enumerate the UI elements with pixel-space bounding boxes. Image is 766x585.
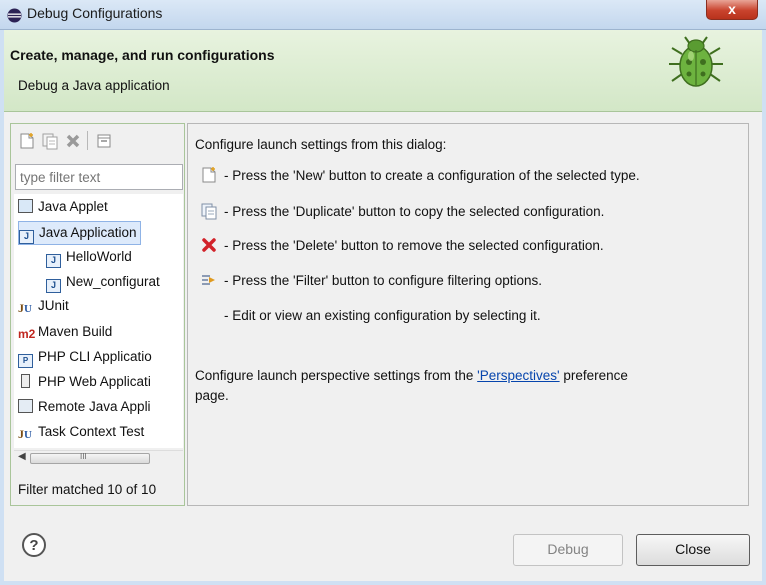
new-hint: - Press the 'New' button to create a con… xyxy=(224,168,640,183)
tree-item-helloworld[interactable]: J HelloWorld xyxy=(46,246,132,268)
tree-item-junit[interactable]: JU JUnit xyxy=(18,295,69,317)
maven-icon: m2 xyxy=(18,327,36,341)
tree-item-php-web[interactable]: PHP Web Applicati xyxy=(18,371,151,393)
filter-icon xyxy=(200,271,218,289)
applet-icon xyxy=(18,199,33,213)
tree-item-remote-java[interactable]: Remote Java Appli xyxy=(18,396,151,418)
delete-hint: - Press the 'Delete' button to remove th… xyxy=(224,238,604,253)
tree-item-label: HelloWorld xyxy=(66,249,132,264)
perspective-suffix: preference xyxy=(563,368,628,383)
scrollbar-thumb[interactable] xyxy=(30,453,150,464)
java-app-icon: J xyxy=(19,230,34,244)
java-app-icon: J xyxy=(46,279,61,293)
delete-icon[interactable] xyxy=(64,132,82,150)
tree-item-label: Task Context Test xyxy=(38,424,145,439)
tree-item-java-application[interactable]: J Java Application xyxy=(18,221,141,245)
scroll-left-icon[interactable]: ◀ xyxy=(18,451,26,462)
filter-input[interactable] xyxy=(15,164,183,190)
tree-item-label: PHP CLI Applicatio xyxy=(38,349,152,364)
toolbar-separator xyxy=(87,131,88,150)
header-banner xyxy=(4,30,762,112)
tree-item-label: New_configurat xyxy=(66,274,160,289)
tree-item-label: Maven Build xyxy=(38,324,113,339)
debug-bug-icon xyxy=(666,34,726,92)
tree-item-php-cli[interactable]: P PHP CLI Applicatio xyxy=(18,346,152,368)
close-button[interactable]: Close xyxy=(636,534,750,566)
tree-item-label: JUnit xyxy=(38,298,69,313)
tree-item-label: Java Applet xyxy=(38,199,108,214)
tree-item-java-applet[interactable]: Java Applet xyxy=(18,196,108,218)
duplicate-hint: - Press the 'Duplicate' button to copy t… xyxy=(224,204,605,219)
perspectives-link[interactable]: 'Perspectives' xyxy=(477,368,559,383)
delete-icon xyxy=(200,236,218,254)
filter-status: Filter matched 10 of 10 xyxy=(18,482,157,497)
scrollbar-grip: III xyxy=(80,452,87,461)
duplicate-icon[interactable] xyxy=(41,132,59,150)
edit-hint: - Edit or view an existing configuration… xyxy=(224,308,541,323)
task-context-icon: JU xyxy=(18,427,32,441)
eclipse-icon xyxy=(7,8,22,23)
banner-subtitle: Debug a Java application xyxy=(18,78,170,93)
java-app-icon: J xyxy=(46,254,61,268)
junit-icon: JU xyxy=(18,301,32,315)
perspective-text-line2: page. xyxy=(195,388,229,403)
remote-java-icon xyxy=(18,399,33,413)
tree-item-new-configuration[interactable]: J New_configurat xyxy=(46,271,160,293)
new-config-icon xyxy=(200,166,218,184)
configuration-tree: Java Applet J Java Application J HelloWorl… xyxy=(14,194,183,448)
collapse-all-icon[interactable] xyxy=(95,132,113,150)
help-icon[interactable]: ? xyxy=(22,533,46,557)
tree-item-label: Java Application xyxy=(39,225,137,240)
window-close-button[interactable]: x xyxy=(706,0,758,20)
filter-hint: - Press the 'Filter' button to configure… xyxy=(224,273,543,288)
php-web-icon xyxy=(21,374,30,388)
tree-item-task-context-test[interactable]: JU Task Context Test xyxy=(18,421,144,443)
duplicate-icon xyxy=(200,202,218,220)
debug-button[interactable]: Debug xyxy=(513,534,623,566)
window-title: Debug Configurations xyxy=(27,5,163,21)
new-config-icon[interactable] xyxy=(18,132,36,150)
tree-item-maven-build[interactable]: m2 Maven Build xyxy=(18,321,112,343)
tree-item-label: Remote Java Appli xyxy=(38,399,151,414)
perspective-text: Configure launch perspective settings fr… xyxy=(195,368,628,383)
php-cli-icon: P xyxy=(18,354,33,368)
intro-text: Configure launch settings from this dial… xyxy=(195,137,447,152)
banner-title: Create, manage, and run configurations xyxy=(10,47,275,63)
perspective-prefix: Configure launch perspective settings fr… xyxy=(195,368,474,383)
tree-item-label: PHP Web Applicati xyxy=(38,374,151,389)
